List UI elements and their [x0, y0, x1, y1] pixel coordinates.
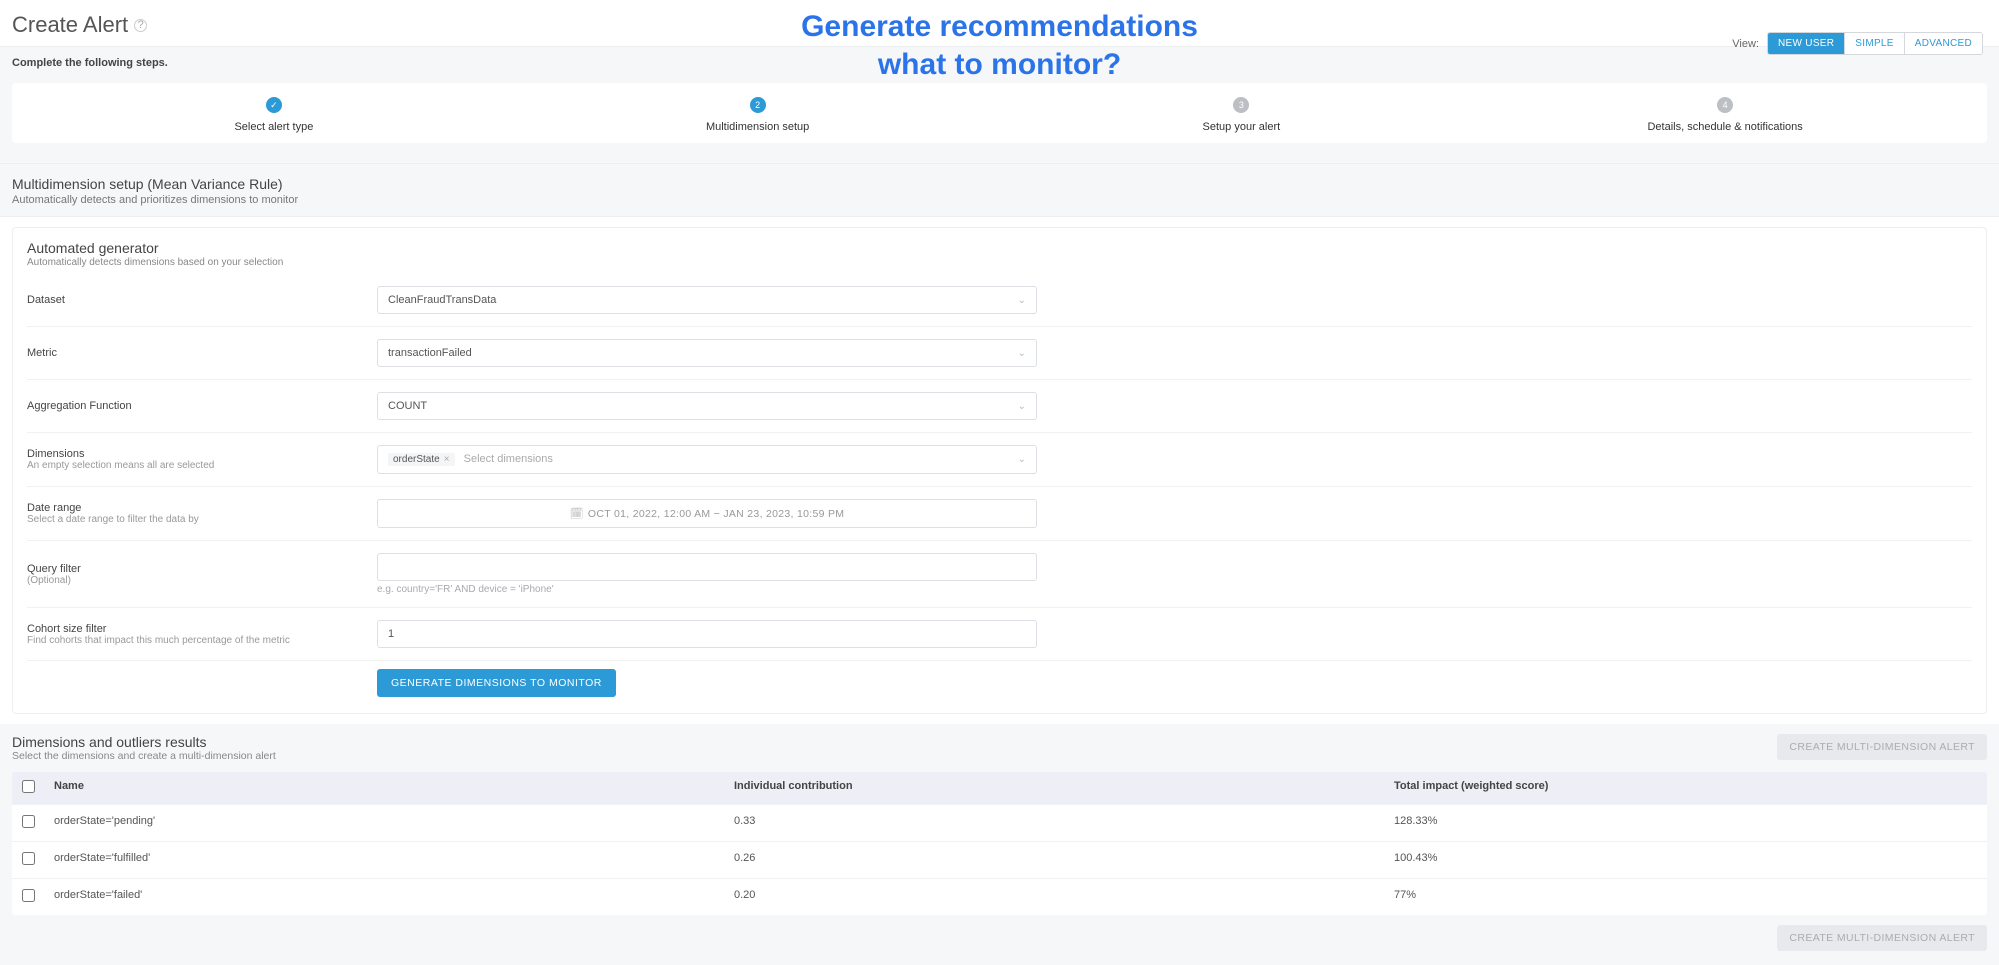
calendar-icon: 🗓 — [570, 508, 584, 520]
hint-cohort: Find cohorts that impact this much perce… — [27, 635, 377, 646]
col-contrib: Individual contribution — [734, 780, 1394, 796]
generator-panel: Automated generator Automatically detect… — [12, 227, 1987, 714]
label-cohort: Cohort size filter — [27, 623, 377, 635]
section-header: Multidimension setup (Mean Variance Rule… — [0, 164, 1999, 217]
step-dot-icon: 3 — [1233, 97, 1249, 113]
daterange-value: OCT 01, 2022, 12:00 AM − JAN 23, 2023, 1… — [588, 508, 844, 520]
dimensions-select[interactable]: orderState × Select dimensions ⌄ — [377, 445, 1037, 474]
results-section: Dimensions and outliers results Select t… — [0, 724, 1999, 965]
aggfn-value: COUNT — [388, 400, 427, 412]
generator-subtitle: Automatically detects dimensions based o… — [27, 257, 1972, 268]
row-cohort: Cohort size filter Find cohorts that imp… — [27, 607, 1972, 660]
label-aggfn: Aggregation Function — [27, 400, 377, 412]
metric-value: transactionFailed — [388, 347, 472, 359]
step-dot-icon: 2 — [750, 97, 766, 113]
results-table: Name Individual contribution Total impac… — [12, 772, 1987, 915]
cohort-input[interactable] — [377, 620, 1037, 648]
close-icon[interactable]: × — [444, 454, 450, 465]
cell-contrib: 0.33 — [734, 815, 1394, 831]
results-title: Dimensions and outliers results — [12, 734, 276, 750]
create-multidim-button-top[interactable]: CREATE MULTI-DIMENSION ALERT — [1777, 734, 1987, 760]
results-footer: CREATE MULTI-DIMENSION ALERT — [12, 925, 1987, 951]
section-title: Multidimension setup (Mean Variance Rule… — [12, 176, 1987, 192]
select-all-checkbox[interactable] — [22, 780, 35, 793]
view-buttons: NEW USER SIMPLE ADVANCED — [1767, 32, 1983, 55]
row-dataset: Dataset CleanFraudTransData ⌄ — [27, 274, 1972, 326]
label-dataset: Dataset — [27, 294, 377, 306]
step-dot-icon: 4 — [1717, 97, 1733, 113]
section-subtitle: Automatically detects and prioritizes di… — [12, 194, 1987, 206]
view-btn-simple[interactable]: SIMPLE — [1844, 33, 1903, 54]
page-header: Create Alert ? Generate recommendations … — [0, 0, 1999, 46]
results-subtitle: Select the dimensions and create a multi… — [12, 750, 276, 762]
row-checkbox[interactable] — [22, 852, 35, 865]
chevron-down-icon: ⌄ — [1018, 454, 1026, 465]
view-btn-advanced[interactable]: ADVANCED — [1904, 33, 1982, 54]
row-dimensions: Dimensions An empty selection means all … — [27, 432, 1972, 486]
chevron-down-icon: ⌄ — [1018, 401, 1026, 412]
dimension-chip-label: orderState — [393, 454, 440, 465]
table-row: orderState='pending' 0.33 128.33% — [12, 804, 1987, 841]
queryfilter-input[interactable] — [377, 553, 1037, 581]
dataset-select[interactable]: CleanFraudTransData ⌄ — [377, 286, 1037, 314]
row-daterange: Date range Select a date range to filter… — [27, 486, 1972, 540]
cell-contrib: 0.26 — [734, 852, 1394, 868]
help-icon[interactable]: ? — [134, 19, 147, 32]
table-header: Name Individual contribution Total impac… — [12, 772, 1987, 804]
step-3-label: Setup your alert — [1000, 121, 1484, 133]
generator-panel-head: Automated generator Automatically detect… — [13, 228, 1986, 274]
hint-daterange: Select a date range to filter the data b… — [27, 514, 377, 525]
row-checkbox[interactable] — [22, 889, 35, 902]
results-header: Dimensions and outliers results Select t… — [12, 734, 1987, 762]
label-dimensions: Dimensions — [27, 448, 377, 460]
step-1[interactable]: Select alert type — [32, 97, 516, 133]
dimensions-placeholder: Select dimensions — [464, 453, 553, 465]
queryfilter-example: e.g. country='FR' AND device = 'iPhone' — [377, 584, 1037, 595]
view-btn-newuser[interactable]: NEW USER — [1768, 33, 1844, 54]
chevron-down-icon: ⌄ — [1018, 348, 1026, 359]
col-name: Name — [54, 780, 734, 796]
row-queryfilter: Query filter (Optional) e.g. country='FR… — [27, 540, 1972, 607]
col-impact: Total impact (weighted score) — [1394, 780, 1977, 796]
row-generate: GENERATE DIMENSIONS TO MONITOR — [27, 660, 1972, 713]
table-row: orderState='failed' 0.20 77% — [12, 878, 1987, 915]
step-4-label: Details, schedule & notifications — [1483, 121, 1967, 133]
cell-impact: 128.33% — [1394, 815, 1977, 831]
cell-name: orderState='fulfilled' — [54, 852, 734, 868]
dataset-value: CleanFraudTransData — [388, 294, 496, 306]
stepper: Select alert type 2 Multidimension setup… — [12, 83, 1987, 143]
generator-title: Automated generator — [27, 240, 1972, 256]
banner-text: Generate recommendations what to monitor… — [801, 8, 1198, 83]
view-label: View: — [1732, 38, 1759, 50]
label-queryfilter: Query filter — [27, 563, 377, 575]
step-2-label: Multidimension setup — [516, 121, 1000, 133]
label-daterange: Date range — [27, 502, 377, 514]
generate-button[interactable]: GENERATE DIMENSIONS TO MONITOR — [377, 669, 616, 697]
row-aggfn: Aggregation Function COUNT ⌄ — [27, 379, 1972, 432]
row-metric: Metric transactionFailed ⌄ — [27, 326, 1972, 379]
daterange-picker[interactable]: 🗓 OCT 01, 2022, 12:00 AM − JAN 23, 2023, … — [377, 499, 1037, 528]
cell-name: orderState='failed' — [54, 889, 734, 905]
cell-impact: 77% — [1394, 889, 1977, 905]
cell-impact: 100.43% — [1394, 852, 1977, 868]
hint-dimensions: An empty selection means all are selecte… — [27, 460, 377, 471]
metric-select[interactable]: transactionFailed ⌄ — [377, 339, 1037, 367]
chevron-down-icon: ⌄ — [1018, 295, 1026, 306]
row-checkbox[interactable] — [22, 815, 35, 828]
table-row: orderState='fulfilled' 0.26 100.43% — [12, 841, 1987, 878]
aggfn-select[interactable]: COUNT ⌄ — [377, 392, 1037, 420]
page-title: Create Alert — [12, 12, 128, 38]
view-toggle-group: View: NEW USER SIMPLE ADVANCED — [1732, 32, 1983, 55]
step-3[interactable]: 3 Setup your alert — [1000, 97, 1484, 133]
check-icon — [266, 97, 282, 113]
cell-name: orderState='pending' — [54, 815, 734, 831]
create-multidim-button-bottom[interactable]: CREATE MULTI-DIMENSION ALERT — [1777, 925, 1987, 951]
label-metric: Metric — [27, 347, 377, 359]
step-1-label: Select alert type — [32, 121, 516, 133]
cell-contrib: 0.20 — [734, 889, 1394, 905]
hint-queryfilter: (Optional) — [27, 575, 377, 586]
step-4[interactable]: 4 Details, schedule & notifications — [1483, 97, 1967, 133]
dimension-chip[interactable]: orderState × — [388, 453, 455, 466]
step-2[interactable]: 2 Multidimension setup — [516, 97, 1000, 133]
